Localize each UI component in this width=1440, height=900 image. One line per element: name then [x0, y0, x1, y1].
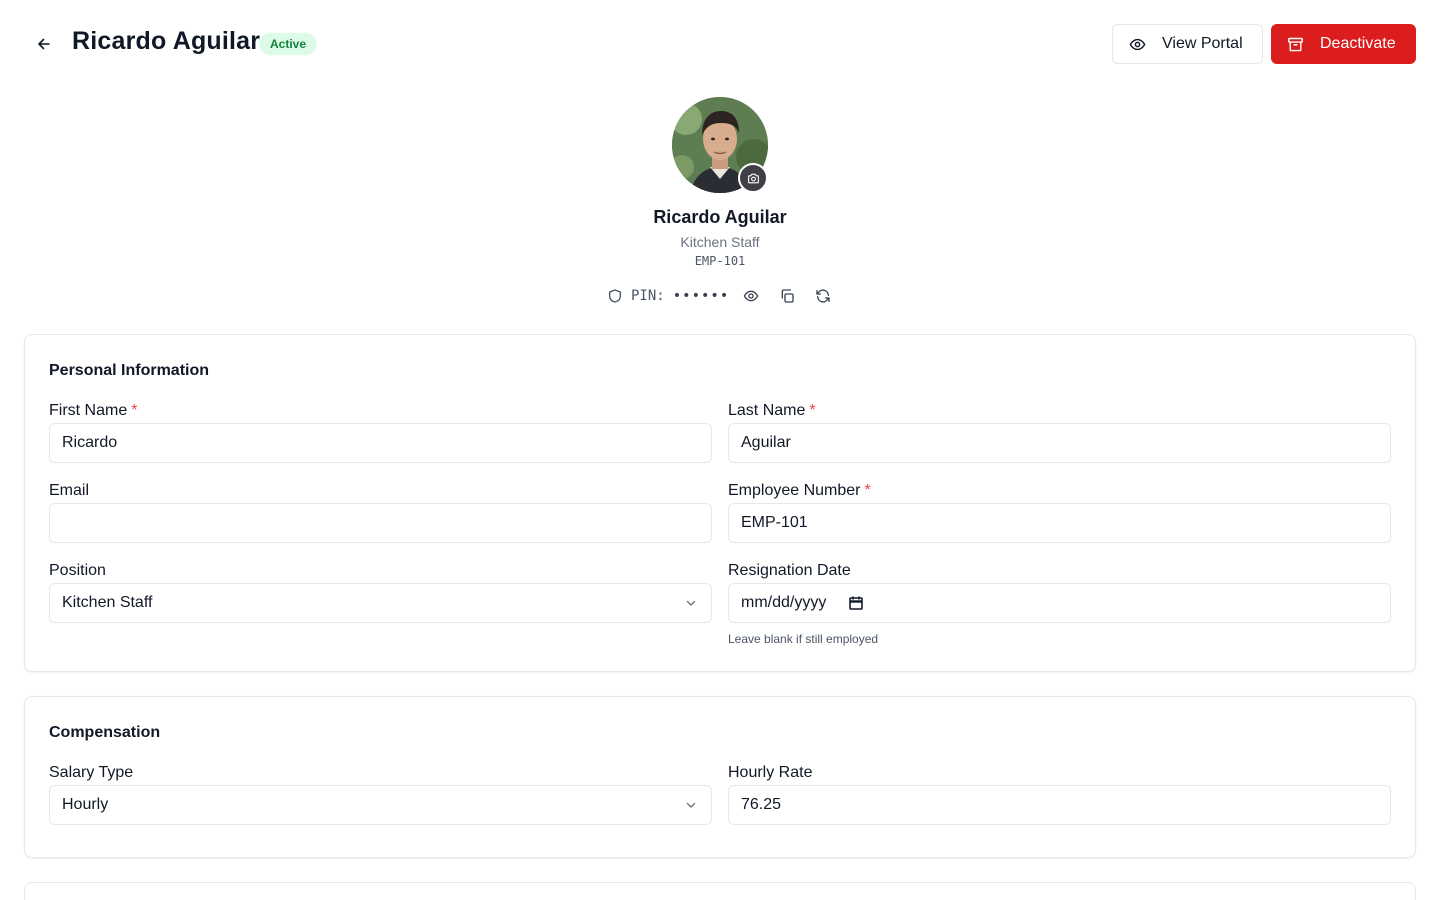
resignation-date-hint: Leave blank if still employed — [728, 632, 879, 646]
employee-number-label: Employee Number * — [728, 482, 871, 500]
view-portal-label: View Portal — [1162, 35, 1243, 52]
hourly-rate-label: Hourly Rate — [728, 764, 813, 781]
arrow-left-icon — [38, 38, 50, 50]
required-marker: * — [864, 482, 871, 499]
first-name-label: First Name * — [49, 402, 137, 420]
required-marker: * — [809, 402, 816, 419]
back-button[interactable] — [32, 32, 56, 56]
employee-number-label-text: Employee Number — [728, 482, 861, 499]
profile-name: Ricardo Aguilar — [653, 207, 787, 227]
pin-label: PIN: — [631, 288, 665, 304]
next-section-card — [24, 882, 1416, 900]
required-marker: * — [131, 402, 138, 419]
eye-icon — [743, 290, 759, 302]
chevron-down-icon — [686, 600, 696, 606]
position-select[interactable]: Kitchen Staff — [49, 583, 712, 623]
regenerate-pin-button[interactable] — [813, 286, 833, 306]
status-badge: Active — [259, 33, 318, 55]
avatar-container — [672, 97, 768, 193]
copy-icon — [781, 289, 794, 303]
calendar-icon[interactable] — [848, 595, 864, 611]
personal-information-card: Personal Information First Name * Ricardo… — [24, 334, 1416, 672]
view-portal-button[interactable]: View Portal — [1112, 24, 1263, 64]
refresh-icon — [816, 289, 830, 303]
pin-row: PIN: •••••• — [607, 286, 833, 306]
deactivate-button[interactable]: Deactivate — [1271, 24, 1416, 64]
email-input[interactable] — [49, 503, 712, 543]
position-select-value: Kitchen Staff — [62, 594, 153, 611]
salary-type-value: Hourly — [62, 796, 109, 813]
first-name-label-text: First Name — [49, 402, 128, 419]
camera-icon — [747, 173, 759, 183]
page-header: Ricardo Aguilar Active View Portal Deact… — [0, 0, 1440, 88]
profile-employee-number: EMP-101 — [694, 254, 746, 268]
eye-icon — [1129, 38, 1146, 50]
page-title: Ricardo Aguilar — [72, 27, 261, 55]
hourly-rate-input[interactable]: 76.25 — [728, 785, 1391, 825]
shield-icon — [609, 289, 621, 303]
change-photo-button[interactable] — [738, 163, 768, 193]
chevron-down-icon — [686, 802, 696, 808]
last-name-label-text: Last Name — [728, 402, 806, 419]
last-name-input[interactable]: Aguilar — [728, 423, 1391, 463]
salary-type-label: Salary Type — [49, 764, 134, 781]
archive-icon — [1288, 37, 1303, 51]
email-label: Email — [49, 482, 90, 499]
first-name-input[interactable]: Ricardo — [49, 423, 712, 463]
salary-type-select[interactable]: Hourly — [49, 785, 712, 825]
compensation-card: Compensation Salary Type Hourly Hourly R… — [24, 696, 1416, 858]
section-title-compensation: Compensation — [49, 724, 161, 741]
reveal-pin-button[interactable] — [741, 286, 761, 306]
deactivate-label: Deactivate — [1320, 35, 1396, 52]
resignation-date-label: Resignation Date — [728, 562, 851, 579]
employee-number-input[interactable]: EMP-101 — [728, 503, 1391, 543]
profile-position: Kitchen Staff — [680, 234, 760, 250]
pin-value: •••••• — [672, 288, 730, 304]
resignation-date-placeholder: mm/dd/yyyy — [741, 594, 827, 611]
copy-pin-button[interactable] — [777, 286, 797, 306]
position-label: Position — [49, 562, 106, 579]
last-name-label: Last Name * — [728, 402, 816, 420]
section-title-personal: Personal Information — [49, 362, 210, 379]
resignation-date-input[interactable]: mm/dd/yyyy — [728, 583, 1391, 623]
